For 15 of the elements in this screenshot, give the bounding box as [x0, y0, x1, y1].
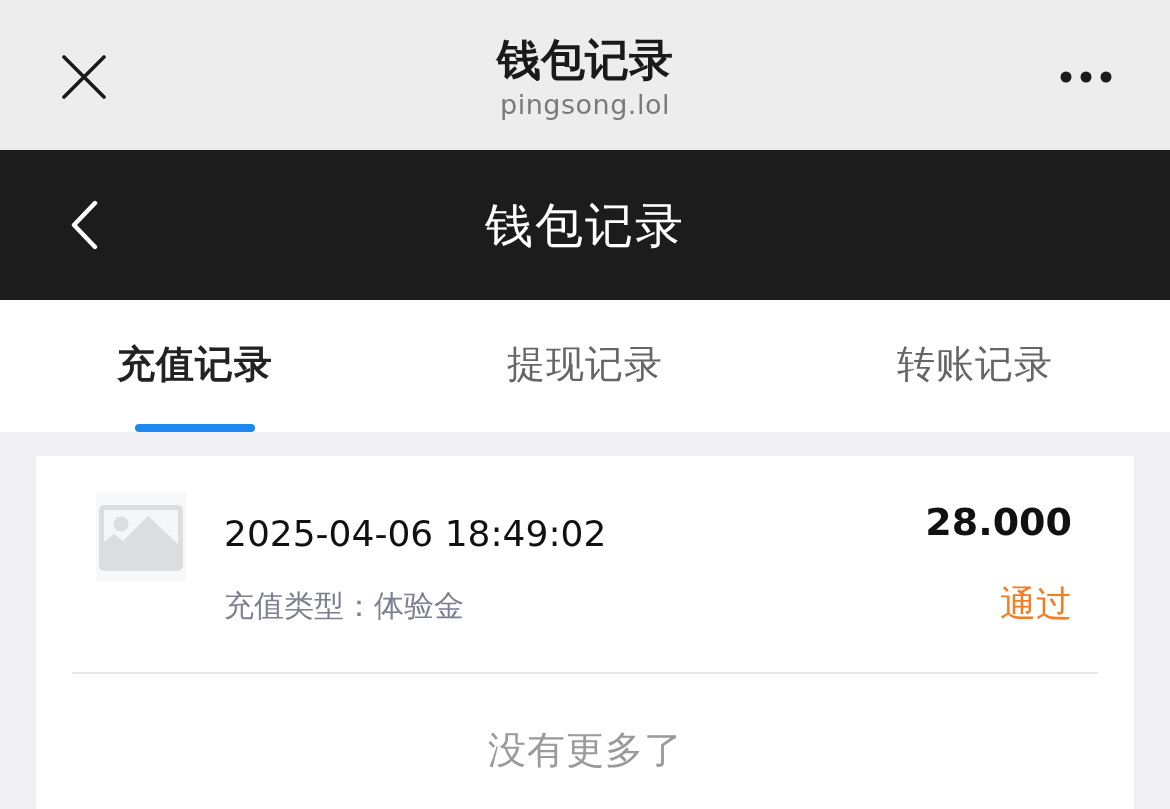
- image-placeholder-icon: [96, 492, 186, 582]
- tab[interactable]: 充值记录: [0, 300, 390, 432]
- no-more-text: 没有更多了: [486, 727, 684, 774]
- back-icon[interactable]: [70, 200, 98, 250]
- domain-text: pingsong.lol: [500, 88, 670, 122]
- page-title: 钱包记录: [497, 34, 673, 86]
- more-icon[interactable]: [1060, 71, 1112, 83]
- tab[interactable]: 转账记录: [780, 300, 1170, 432]
- close-icon[interactable]: [62, 55, 106, 99]
- record-time: 2025-04-06 18:49:02: [224, 512, 607, 556]
- record-type: 充值类型：体验金: [224, 587, 465, 625]
- header-title: 钱包记录: [484, 196, 686, 255]
- record-status: 通过: [999, 582, 1072, 626]
- tab[interactable]: 提现记录: [390, 300, 780, 432]
- record-amount: 28.000: [925, 499, 1072, 546]
